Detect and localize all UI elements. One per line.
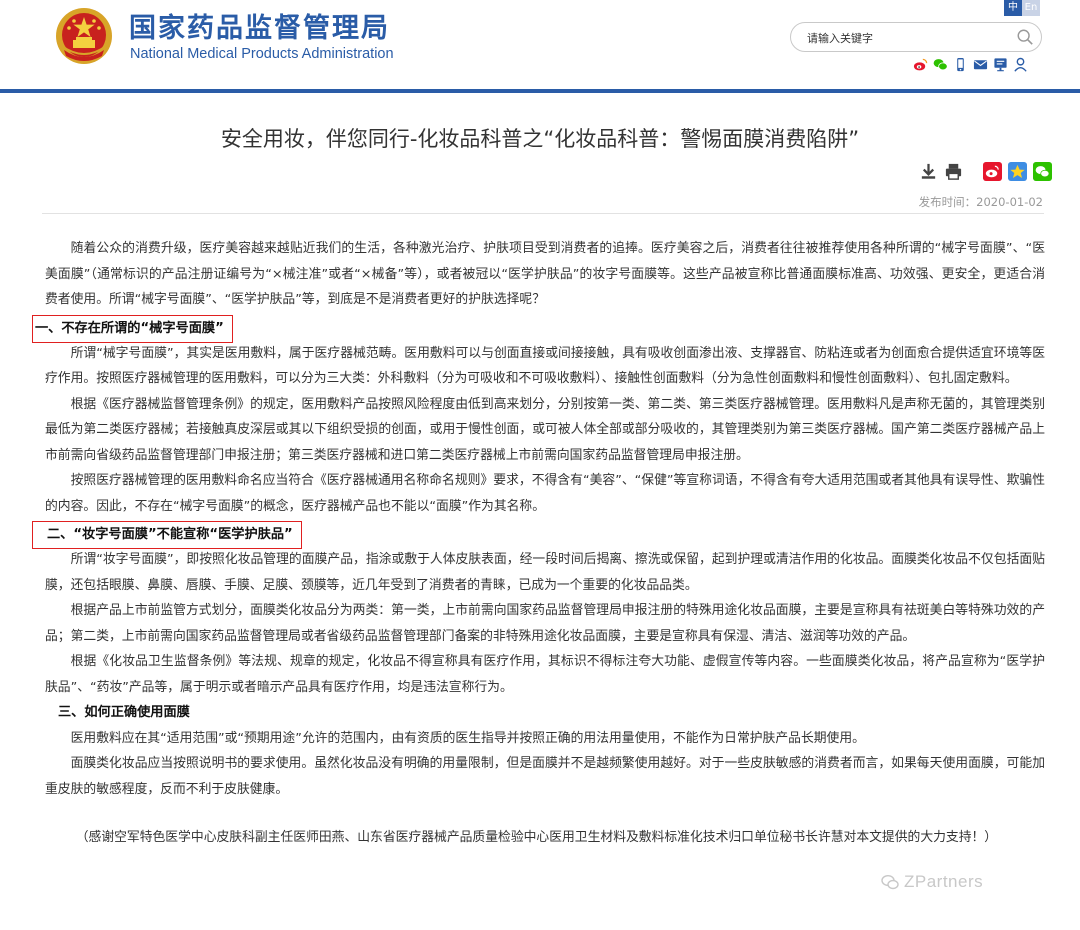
watermark: ZPartners [880, 872, 983, 892]
search-icon[interactable] [1016, 28, 1034, 46]
mobile-icon[interactable] [953, 57, 968, 72]
print-icon[interactable] [944, 162, 963, 181]
publish-label: 发布时间： [918, 195, 977, 209]
publish-date: 2020-01-02 [976, 195, 1043, 209]
section-3-heading: 三、如何正确使用面膜 [58, 705, 190, 720]
lang-zh-button[interactable]: 中 [1004, 0, 1022, 16]
national-emblem-icon[interactable] [54, 6, 114, 66]
title-divider [42, 213, 1044, 214]
section-2-paragraph: 根据《化妆品卫生监督条例》等法规、规章的规定，化妆品不得宣称具有医疗作用，其标识… [45, 654, 1045, 695]
section-1-paragraph: 按照医疗器械管理的医用敷料命名应当符合《医疗器械通用名称命名规则》要求，不得含有… [45, 473, 1045, 514]
download-icon[interactable] [919, 162, 938, 181]
site-name-en[interactable]: National Medical Products Administration [130, 46, 394, 62]
section-2-paragraph: 所谓“妆字号面膜”，即按照化妆品管理的面膜产品，指涂或敷于人体皮肤表面，经一段时… [45, 552, 1045, 593]
user-icon[interactable] [1013, 57, 1028, 72]
article-title: 安全用妆，伴您同行-化妆品科普之“化妆品科普：警惕面膜消费陷阱” [220, 127, 860, 151]
weibo-icon[interactable] [913, 57, 928, 72]
section-3-paragraph: 面膜类化妆品应当按照说明书的要求使用。虽然化妆品没有明确的用量限制，但是面膜并不… [45, 756, 1045, 797]
article-body: 随着公众的消费升级，医疗美容越来越贴近我们的生活，各种激光治疗、护肤项目受到消费… [32, 236, 1045, 851]
section-2-heading: 二、“妆字号面膜”不能宣称“医学护肤品” [32, 521, 302, 549]
watermark-text: ZPartners [904, 872, 984, 891]
search-box [790, 22, 1042, 52]
social-icons [913, 57, 1028, 72]
section-2-paragraph: 根据产品上市前监管方式划分，面膜类化妆品分为两类：第一类，上市前需向国家药品监督… [45, 603, 1045, 644]
section-1-heading-row: 一、不存在所谓的“械字号面膜” [32, 313, 1045, 343]
article-tools [919, 162, 1052, 181]
site-name-cn[interactable]: 国家药品监督管理局 [129, 6, 390, 45]
search-input[interactable] [805, 28, 1009, 48]
wechat-icon[interactable] [933, 57, 948, 72]
lang-en-button[interactable]: En [1022, 0, 1040, 16]
section-3-paragraph: 医用敷料应在其“适用范围”或“预期用途”允许的范围内，由有资质的医生指导并按照正… [70, 730, 865, 746]
share-weibo-icon[interactable] [983, 162, 1002, 181]
publish-info: 发布时间：2020-01-02 [0, 194, 1043, 210]
wechat-watermark-icon [881, 874, 899, 890]
section-1-heading: 一、不存在所谓的“械字号面膜” [32, 314, 233, 343]
intro-paragraph: 随着公众的消费升级，医疗美容越来越贴近我们的生活，各种激光治疗、护肤项目受到消费… [45, 241, 1045, 307]
share-wechat-icon[interactable] [1033, 162, 1052, 181]
favorite-icon[interactable] [1008, 162, 1027, 181]
site-header: 国家药品监督管理局 National Medical Products Admi… [0, 0, 1080, 92]
section-1-paragraph: 根据《医疗器械监督管理条例》的规定，医用敷料产品按照风险程度由低到高来划分，分别… [45, 396, 1045, 463]
section-1-paragraph: 所谓“械字号面膜”，其实是医用敷料，属于医疗器械范畴。医用敷料可以与创面直接或间… [45, 345, 1045, 387]
language-switch: 中 En [1004, 0, 1040, 16]
section-2-heading-row: 二、“妆字号面膜”不能宣称“医学护肤品” [32, 519, 1045, 549]
credit-paragraph: （感谢空军特色医学中心皮肤科副主任医师田燕、山东省医疗器械产品质量检验中心医用卫… [75, 830, 998, 845]
header-divider [0, 89, 1080, 93]
message-board-icon[interactable] [993, 57, 1008, 72]
mail-icon[interactable] [973, 57, 988, 72]
